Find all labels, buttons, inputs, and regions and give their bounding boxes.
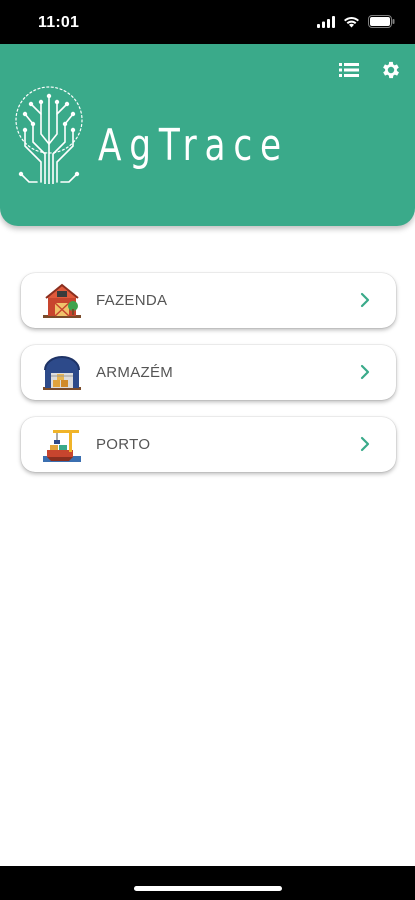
- status-icons: [317, 15, 395, 28]
- home-indicator-area: [0, 866, 415, 900]
- status-time: 11:01: [38, 14, 80, 31]
- menu-item-label: FAZENDA: [96, 292, 168, 309]
- chevron-right-icon: [360, 292, 370, 308]
- app-title: AgTrace: [98, 120, 289, 171]
- home-indicator[interactable]: [134, 886, 282, 891]
- menu-item-label: PORTO: [96, 436, 151, 453]
- chevron-right-icon: [360, 436, 370, 452]
- list-button[interactable]: [337, 58, 361, 82]
- app-header: AgTrace: [0, 44, 415, 226]
- menu-list: FAZENDA ARMAZÉM PORTO: [21, 273, 396, 489]
- warehouse-icon: [43, 356, 81, 390]
- farm-barn-icon: [43, 283, 81, 318]
- status-bar: 11:01: [0, 0, 415, 44]
- tree-circuit-logo-icon: [15, 86, 83, 184]
- battery-icon: [368, 15, 395, 28]
- gear-icon: [383, 61, 399, 79]
- menu-item-porto[interactable]: PORTO: [21, 417, 396, 472]
- signal-icon: [317, 15, 335, 28]
- menu-item-fazenda[interactable]: FAZENDA: [21, 273, 396, 328]
- list-icon: [339, 63, 359, 77]
- port-crane-icon: [43, 430, 81, 462]
- wifi-icon: [344, 16, 359, 27]
- chevron-right-icon: [360, 364, 370, 380]
- menu-item-label: ARMAZÉM: [96, 364, 174, 381]
- settings-button[interactable]: [379, 58, 403, 82]
- header-actions: [337, 58, 403, 82]
- menu-item-armazem[interactable]: ARMAZÉM: [21, 345, 396, 400]
